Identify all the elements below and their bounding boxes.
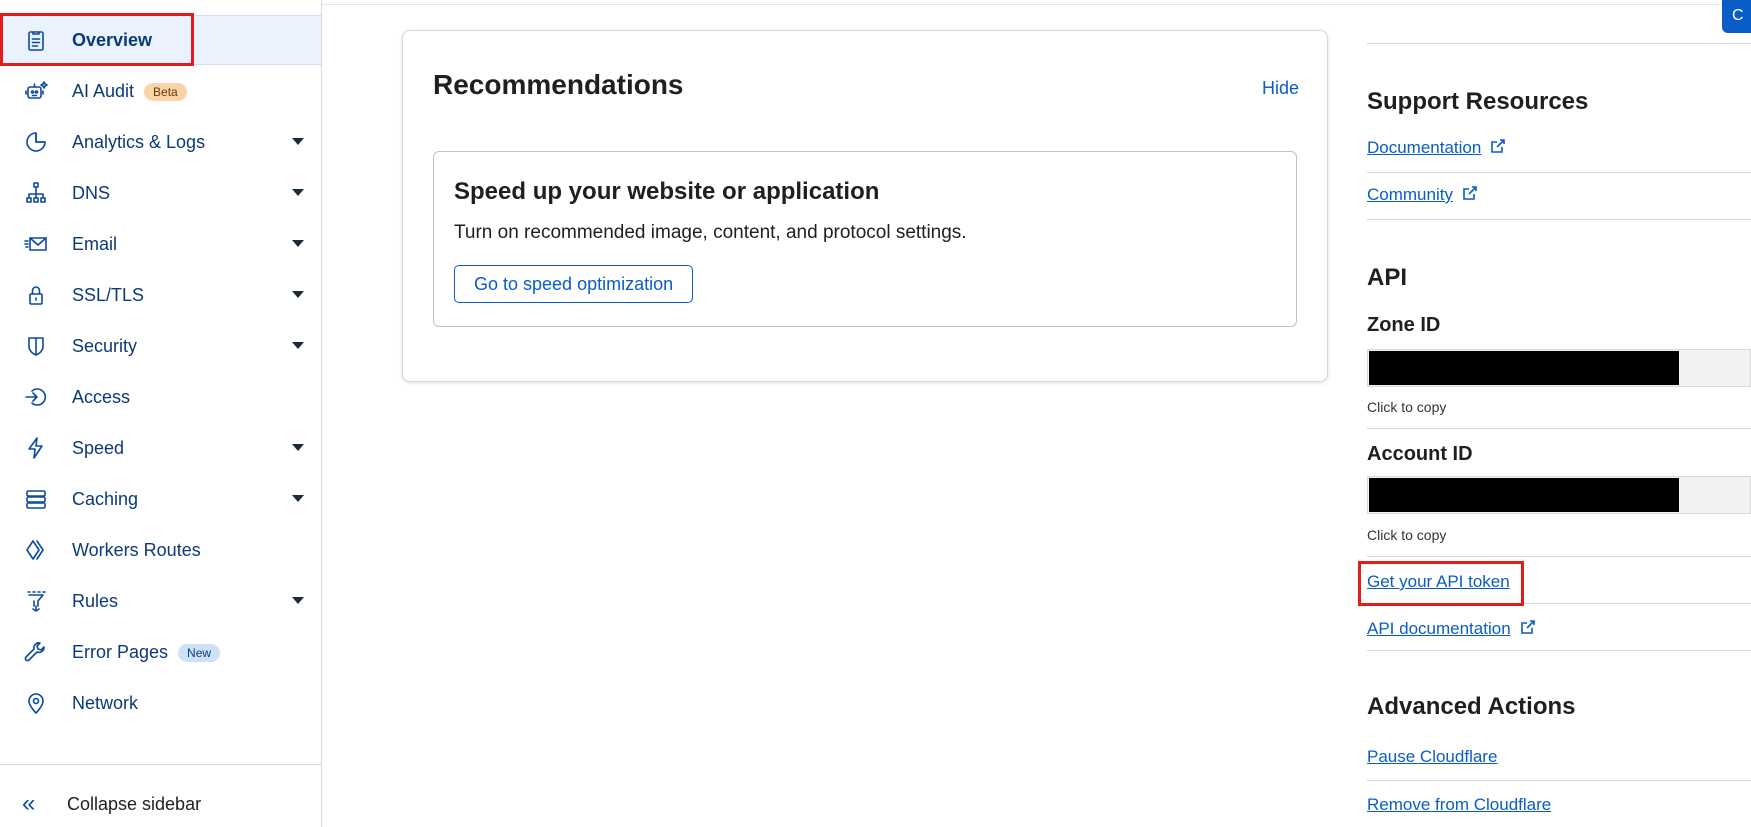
- pie-chart-icon: [24, 130, 50, 154]
- sidebar-item-label: Speed: [72, 437, 125, 458]
- api-documentation-link[interactable]: API documentation: [1367, 619, 1536, 639]
- funnel-icon: [24, 589, 50, 613]
- robot-icon: [24, 79, 50, 103]
- sidebar-item-network[interactable]: Network: [0, 678, 321, 728]
- chevron-down-icon: [292, 342, 304, 349]
- redacted-zone-id: [1369, 351, 1679, 385]
- sidebar-item-workers-routes[interactable]: Workers Routes: [0, 525, 321, 575]
- double-chevron-left-icon: «: [22, 790, 36, 817]
- lightning-icon: [24, 436, 50, 460]
- divider: [1367, 780, 1751, 781]
- sidebar-item-access[interactable]: Access: [0, 372, 321, 422]
- community-link-label: Community: [1367, 185, 1453, 204]
- divider: [1367, 556, 1751, 557]
- server-stack-icon: [24, 487, 50, 511]
- sidebar-item-ai-audit[interactable]: AI Audit Beta: [0, 66, 321, 116]
- new-badge: New: [178, 643, 221, 662]
- sidebar-item-label: Rules: [72, 590, 119, 611]
- collapse-sidebar-button[interactable]: « Collapse sidebar: [0, 780, 321, 826]
- sidebar-item-label: Network: [72, 692, 139, 713]
- documentation-link[interactable]: Documentation: [1367, 138, 1506, 158]
- sidebar-item-analytics-logs[interactable]: Analytics & Logs: [0, 117, 321, 167]
- zone-id-label: Zone ID: [1367, 314, 1441, 336]
- divider: [1367, 219, 1751, 220]
- corner-action-button[interactable]: C: [1722, 0, 1751, 33]
- chevron-down-icon: [292, 444, 304, 451]
- sidebar-divider: [0, 764, 321, 765]
- hide-link[interactable]: Hide: [1262, 78, 1299, 99]
- chevron-down-icon: [292, 597, 304, 604]
- community-link[interactable]: Community: [1367, 185, 1478, 205]
- beta-badge: Beta: [144, 82, 187, 101]
- highlight-box-overview: [0, 13, 194, 66]
- divider: [1367, 428, 1751, 429]
- speed-recommendation-description: Turn on recommended image, content, and …: [454, 222, 967, 243]
- corner-button-label: C: [1732, 7, 1744, 24]
- api-documentation-link-label: API documentation: [1367, 619, 1511, 638]
- external-link-icon: [1520, 619, 1536, 635]
- sidebar-item-rules[interactable]: Rules: [0, 576, 321, 626]
- network-tree-icon: [24, 181, 50, 205]
- envelope-icon: [24, 232, 50, 256]
- chevron-down-icon: [292, 495, 304, 502]
- sidebar-item-speed[interactable]: Speed: [0, 423, 321, 473]
- sidebar-item-label: Security: [72, 335, 138, 356]
- sidebar-item-error-pages[interactable]: Error Pages New: [0, 627, 321, 677]
- highlight-box-api-token: [1358, 561, 1524, 606]
- account-id-copy-hint: Click to copy: [1367, 527, 1447, 543]
- recommendations-card: Recommendations Hide Speed up your websi…: [402, 30, 1328, 382]
- recommendations-title: Recommendations: [433, 69, 684, 100]
- sidebar-item-caching[interactable]: Caching: [0, 474, 321, 524]
- speed-recommendation-title: Speed up your website or application: [454, 178, 880, 205]
- sidebar-item-label: Access: [72, 386, 131, 407]
- lock-icon: [24, 283, 50, 307]
- wrench-icon: [24, 640, 50, 664]
- chevron-down-icon: [292, 138, 304, 145]
- sidebar: Overview AI Audit Beta Analytics & Logs D…: [0, 0, 322, 827]
- sidebar-item-email[interactable]: Email: [0, 219, 321, 269]
- speed-recommendation-card: Speed up your website or application Tur…: [433, 151, 1297, 327]
- right-panel: C Support Resources Documentation Commun…: [1367, 0, 1751, 827]
- sidebar-item-ssl-tls[interactable]: SSL/TLS: [0, 270, 321, 320]
- divider: [1367, 650, 1751, 651]
- chevron-down-icon: [292, 291, 304, 298]
- documentation-link-label: Documentation: [1367, 138, 1482, 157]
- api-title: API: [1367, 264, 1408, 291]
- divider: [1367, 172, 1751, 173]
- sidebar-item-label: Error Pages: [72, 641, 169, 662]
- sidebar-item-security[interactable]: Security: [0, 321, 321, 371]
- sign-in-icon: [24, 385, 50, 409]
- collapse-sidebar-label: Collapse sidebar: [67, 794, 202, 814]
- account-id-label: Account ID: [1367, 443, 1473, 465]
- redacted-account-id: [1369, 478, 1679, 512]
- sidebar-item-label: Email: [72, 233, 118, 254]
- external-link-icon: [1462, 185, 1478, 201]
- advanced-actions-title: Advanced Actions: [1367, 693, 1576, 720]
- sidebar-item-label: SSL/TLS: [72, 284, 145, 305]
- workers-icon: [24, 538, 50, 562]
- go-to-speed-optimization-button[interactable]: Go to speed optimization: [454, 265, 694, 303]
- zone-id-field[interactable]: [1367, 349, 1751, 387]
- sidebar-item-label: Analytics & Logs: [72, 131, 206, 152]
- zone-id-copy-hint: Click to copy: [1367, 399, 1447, 415]
- shield-icon: [24, 334, 50, 358]
- remove-from-cloudflare-link[interactable]: Remove from Cloudflare: [1367, 795, 1551, 815]
- chevron-down-icon: [292, 189, 304, 196]
- location-pin-icon: [24, 691, 50, 715]
- right-divider: [1367, 43, 1751, 44]
- sidebar-item-label: Workers Routes: [72, 539, 201, 560]
- support-resources-title: Support Resources: [1367, 88, 1589, 115]
- sidebar-item-label: Caching: [72, 488, 139, 509]
- external-link-icon: [1490, 138, 1506, 154]
- sidebar-item-dns[interactable]: DNS: [0, 168, 321, 218]
- chevron-down-icon: [292, 240, 304, 247]
- account-id-field[interactable]: [1367, 476, 1751, 514]
- sidebar-item-label: AI Audit: [72, 80, 135, 101]
- sidebar-item-label: DNS: [72, 182, 111, 203]
- pause-cloudflare-link[interactable]: Pause Cloudflare: [1367, 747, 1497, 767]
